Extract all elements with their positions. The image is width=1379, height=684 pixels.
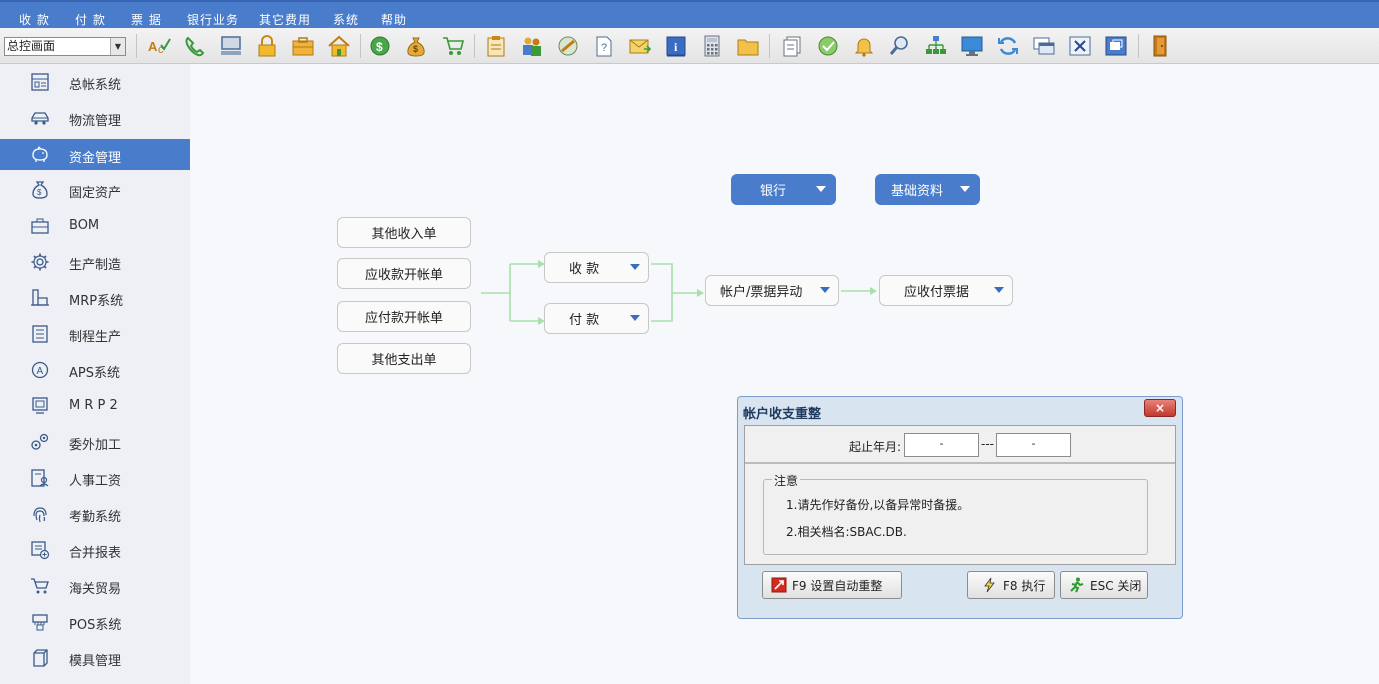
auto-setup-icon <box>771 577 787 593</box>
close-icon: × <box>1154 401 1166 415</box>
dialog-close-button[interactable]: × <box>1144 399 1176 417</box>
chevron-down-icon <box>630 264 640 270</box>
pay-dropdown-label: 付 款 <box>569 313 600 328</box>
account-change-dropdown-button[interactable]: 帐户/票据异动 <box>705 275 839 306</box>
date-range-label: 起止年月: <box>849 440 902 454</box>
other-expense-label: 其他支出单 <box>371 353 437 368</box>
running-man-icon <box>1070 577 1084 593</box>
notice-line-1: 1.请先作好备份,以备异常时备援。 <box>786 498 970 512</box>
notes-dropdown-label: 应收付票据 <box>904 285 970 300</box>
ar-opening-button[interactable]: 应收款开帐单 <box>337 258 471 289</box>
auto-reorganize-label: F9 设置自动重整 <box>792 578 883 593</box>
notice-line-2: 2.相关档名:SBAC.DB. <box>786 525 907 539</box>
start-month-value: - <box>939 437 944 450</box>
notice-title: 注意 <box>772 472 801 489</box>
receive-dropdown-label: 收 款 <box>569 262 600 277</box>
lightning-icon <box>984 577 995 593</box>
auto-reorganize-button[interactable]: F9 设置自动重整 <box>762 571 902 599</box>
start-month-input[interactable]: - <box>904 433 979 457</box>
execute-label: F8 执行 <box>1003 578 1046 593</box>
chevron-down-icon <box>820 287 830 293</box>
bank-dropdown-label: 银行 <box>760 184 787 199</box>
account-reorganize-dialog: 帐户收支重整 × 起止年月: - --- - 注意 1.请先作好备份,以备异常时… <box>737 396 1183 619</box>
chevron-down-icon <box>630 315 640 321</box>
notice-group: 注意 1.请先作好备份,以备异常时备援。 2.相关档名:SBAC.DB. <box>763 472 1148 555</box>
chevron-down-icon <box>994 287 1004 293</box>
ap-opening-button[interactable]: 应付款开帐单 <box>337 301 471 332</box>
basic-data-dropdown-button[interactable]: 基础资料 <box>875 174 980 205</box>
account-change-dropdown-label: 帐户/票据异动 <box>720 285 803 300</box>
date-range-separator: --- <box>981 437 994 451</box>
notes-dropdown-button[interactable]: 应收付票据 <box>879 275 1013 306</box>
other-expense-button[interactable]: 其他支出单 <box>337 343 471 374</box>
other-income-button[interactable]: 其他收入单 <box>337 217 471 248</box>
dialog-body: 起止年月: - --- - 注意 1.请先作好备份,以备异常时备援。 2.相关档… <box>744 425 1176 565</box>
execute-button[interactable]: F8 执行 <box>967 571 1055 599</box>
chevron-down-icon <box>960 186 970 192</box>
chevron-down-icon <box>816 186 826 192</box>
date-range-row: 起止年月: - --- - <box>745 426 1175 464</box>
end-month-input[interactable]: - <box>996 433 1071 457</box>
bank-dropdown-button[interactable]: 银行 <box>731 174 836 205</box>
esc-close-label: ESC 关闭 <box>1090 578 1142 593</box>
other-income-label: 其他收入单 <box>371 227 437 242</box>
ap-opening-label: 应付款开帐单 <box>364 311 443 326</box>
ar-opening-label: 应收款开帐单 <box>364 268 443 283</box>
receive-dropdown-button[interactable]: 收 款 <box>544 252 649 283</box>
basic-data-dropdown-label: 基础资料 <box>891 184 944 199</box>
end-month-value: - <box>1031 437 1036 450</box>
dialog-title: 帐户收支重整 <box>743 407 822 422</box>
esc-close-button[interactable]: ESC 关闭 <box>1060 571 1148 599</box>
pay-dropdown-button[interactable]: 付 款 <box>544 303 649 334</box>
